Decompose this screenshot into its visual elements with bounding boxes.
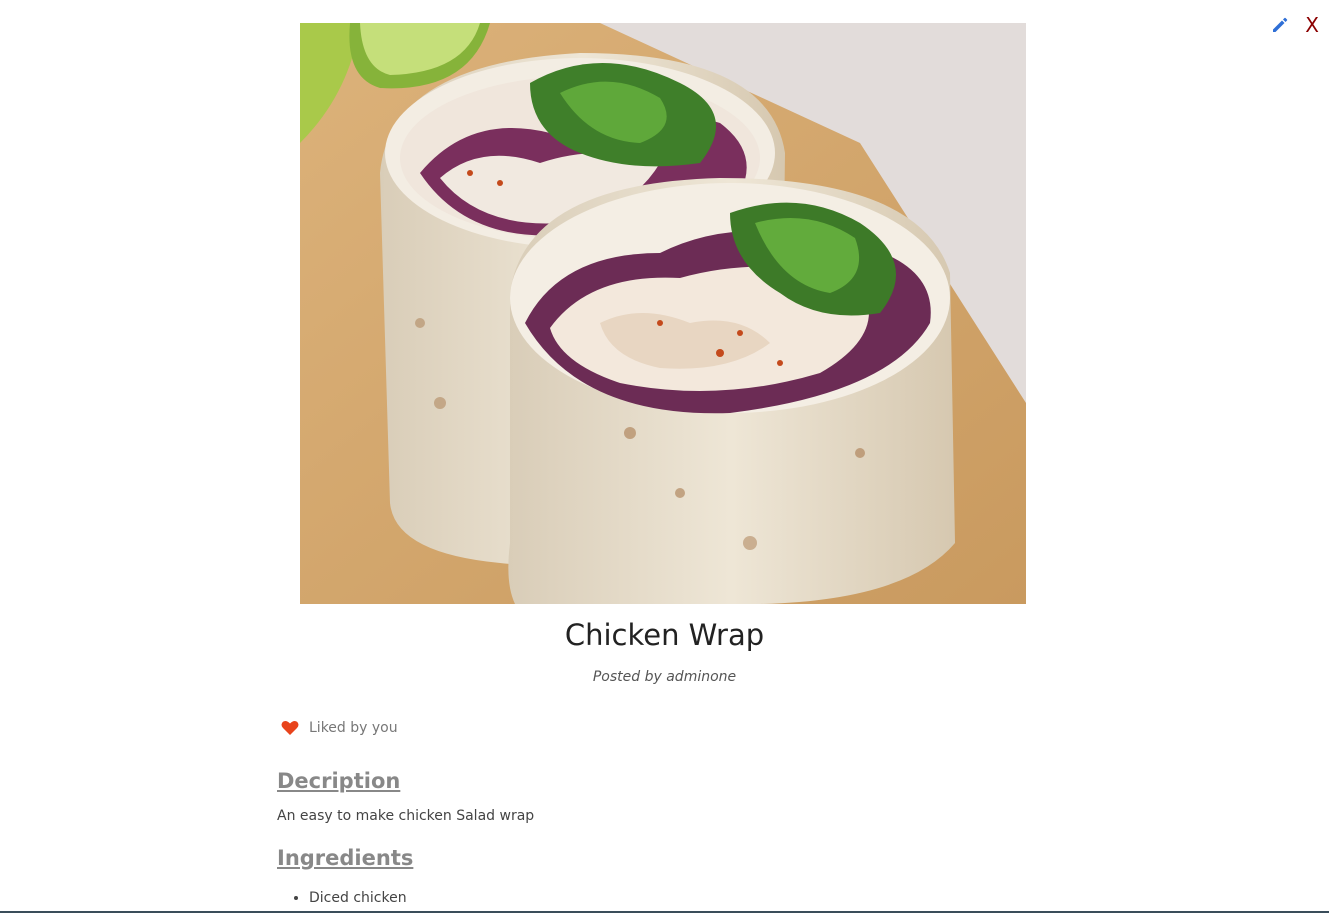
ingredient-item: Diced chicken (309, 890, 407, 906)
ingredients-heading: Ingredients (277, 846, 414, 870)
edit-button[interactable] (1269, 14, 1291, 36)
pencil-icon (1273, 17, 1288, 32)
description-heading: Decription (277, 769, 401, 793)
heart-icon (281, 720, 299, 735)
recipe-image (300, 23, 1026, 604)
recipe-title: Chicken Wrap (564, 618, 765, 652)
recipe-page: X Chicken Wrap Posted by adminone Liked … (0, 0, 1329, 913)
like-label: Liked by you (309, 720, 398, 736)
description-text: An easy to make chicken Salad wrap (277, 808, 535, 824)
like-button[interactable]: Liked by you (281, 720, 398, 736)
posted-by: Posted by adminone (592, 669, 737, 685)
close-button[interactable]: X (1305, 14, 1319, 36)
top-actions: X (1269, 14, 1319, 36)
chicken-wrap-photo (300, 23, 1026, 604)
ingredients-list: Diced chicken (277, 890, 407, 906)
